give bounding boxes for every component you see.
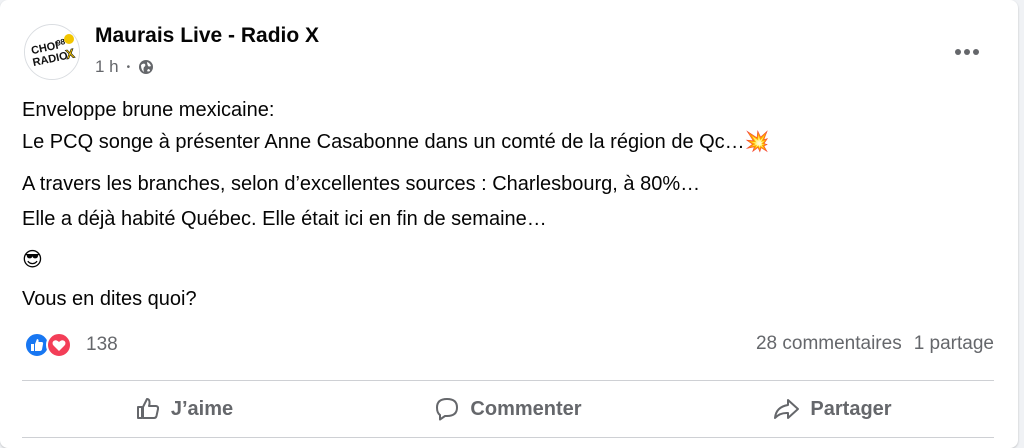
more-options-button[interactable] — [950, 40, 984, 64]
post-line: Enveloppe brune mexicaine: — [22, 99, 275, 121]
post-stats: 28 commentaires 1 partage — [756, 333, 994, 355]
reactions-summary[interactable]: 138 — [24, 331, 118, 359]
post-line-with-emoji: Le PCQ songe à présenter Anne Casabonne … — [22, 128, 770, 156]
thumbs-up-icon — [136, 398, 159, 419]
love-reaction-icon — [46, 332, 72, 358]
post-meta: 1 h • — [95, 56, 154, 78]
action-bar: J’aime Commenter Partager — [22, 381, 994, 437]
meta-separator: • — [126, 61, 131, 73]
sunglasses-emoji-icon: 😎 — [22, 249, 43, 271]
choi-radio-x-logo-icon: CHOI 98 RADIO X — [25, 25, 79, 79]
post-line: Elle a déjà habité Québec. Elle était ic… — [22, 208, 547, 230]
more-options-icon — [955, 49, 979, 55]
collision-emoji-icon: 💥 — [744, 131, 770, 153]
shares-count-link[interactable]: 1 partage — [914, 333, 994, 355]
post-line: Le PCQ songe à présenter Anne Casabonne … — [22, 131, 745, 153]
reaction-count[interactable]: 138 — [86, 334, 118, 356]
share-icon — [774, 399, 800, 419]
post-card: CHOI 98 RADIO X Maurais Live - Radio X 1… — [0, 0, 1018, 448]
like-label: J’aime — [170, 397, 234, 420]
globe-icon[interactable] — [138, 59, 154, 75]
comment-icon — [436, 398, 459, 421]
post-time[interactable]: 1 h — [95, 57, 119, 77]
post-line: Vous en dites quoi? — [22, 288, 197, 310]
post-line: A travers les branches, selon d’excellen… — [22, 173, 701, 195]
share-label: Partager — [810, 397, 892, 420]
page-name[interactable]: Maurais Live - Radio X — [95, 24, 319, 48]
page-avatar[interactable]: CHOI 98 RADIO X — [24, 24, 80, 80]
comment-button[interactable]: Commenter — [346, 381, 670, 437]
comment-label: Commenter — [470, 397, 582, 420]
comments-count-link[interactable]: 28 commentaires — [756, 333, 902, 355]
divider — [22, 437, 994, 438]
like-button[interactable]: J’aime — [22, 381, 346, 437]
share-button[interactable]: Partager — [670, 381, 994, 437]
